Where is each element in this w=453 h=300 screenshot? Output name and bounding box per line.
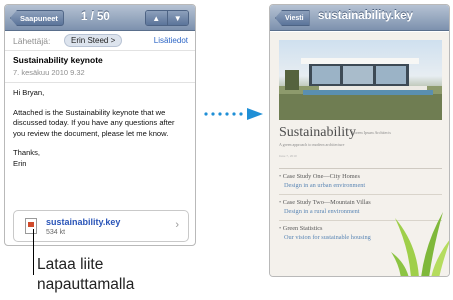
greeting: Hi Bryan, <box>13 88 45 97</box>
grass-decoration <box>391 212 449 276</box>
attachment-tile[interactable]: sustainability.key 534 kt › <box>13 210 189 242</box>
mail-toolbar: Saapuneet 1 / 50 ▲ ▼ <box>5 5 195 31</box>
from-row: Lähettäjä: Erin Steed > Lisätiedot <box>5 31 195 51</box>
signoff-name: Erin <box>13 158 27 168</box>
mail-message-screen: Saapuneet 1 / 50 ▲ ▼ Lähettäjä: Erin Ste… <box>4 4 196 246</box>
keynote-slide[interactable]: Sustainability Lorem Ipsum Architects A … <box>270 32 449 276</box>
sender-name: Erin Steed <box>71 36 109 45</box>
callout-line-2: napauttamalla <box>37 276 135 293</box>
slide-heading-sub: Lorem Ipsum Architects <box>352 130 391 135</box>
callout-caption: Lataa liite napauttamalla <box>37 255 134 295</box>
keynote-file-icon <box>25 218 37 234</box>
callout-line-1: Lataa liite <box>37 256 104 273</box>
next-message-button[interactable]: ▼ <box>166 11 188 25</box>
slide-subline: A green approach to modern architecture <box>279 142 345 147</box>
attachment-preview-screen: Viesti sustainability.key Sustainability… <box>269 4 450 277</box>
from-label: Lähettäjä: <box>13 36 51 46</box>
slide-date: June 7, 2010 <box>279 154 297 158</box>
divider <box>279 194 442 195</box>
divider <box>279 168 442 169</box>
preview-toolbar: Viesti sustainability.key <box>270 5 449 31</box>
house-photo <box>279 40 442 120</box>
case-title: Case Study One—City Homes <box>279 173 439 180</box>
dotted-arrow-icon <box>204 108 263 120</box>
case-description: Design in an urban environment <box>284 182 366 189</box>
message-nav: ▲ ▼ <box>145 10 189 26</box>
message-date: 7. kesäkuu 2010 9.32 <box>13 68 85 77</box>
message-body: Hi Bryan, Attached is the Sustainability… <box>5 83 195 169</box>
case-title: Case Study Two—Mountain Villas <box>279 199 439 206</box>
chevron-right-icon: › <box>175 219 179 231</box>
message-counter: 1 / 50 <box>81 11 110 23</box>
signoff-thanks: Thanks, <box>13 148 41 157</box>
message-back-button[interactable]: Viesti <box>275 10 310 26</box>
body-paragraph: Attached is the Sustainability keynote t… <box>13 107 175 138</box>
previous-message-button[interactable]: ▲ <box>146 11 167 25</box>
inbox-back-button[interactable]: Saapuneet <box>10 10 64 26</box>
arrow-down-icon: ▼ <box>173 13 182 23</box>
arrow-up-icon: ▲ <box>152 13 161 23</box>
attachment-name: sustainability.key <box>46 217 121 227</box>
callout-line <box>33 229 34 275</box>
message-subject: Sustainability keynote <box>13 55 103 65</box>
sender-chip[interactable]: Erin Steed > <box>64 34 123 47</box>
preview-title: sustainability.key <box>318 10 414 22</box>
details-link[interactable]: Lisätiedot <box>154 36 188 45</box>
slide-heading: Sustainability <box>279 125 356 140</box>
attachment-size: 534 kt <box>46 229 66 236</box>
chevron-right-icon: > <box>110 36 116 45</box>
subject-block: Sustainability keynote 7. kesäkuu 2010 9… <box>5 51 195 83</box>
case-item: Case Study One—City Homes Design in an u… <box>279 173 439 189</box>
